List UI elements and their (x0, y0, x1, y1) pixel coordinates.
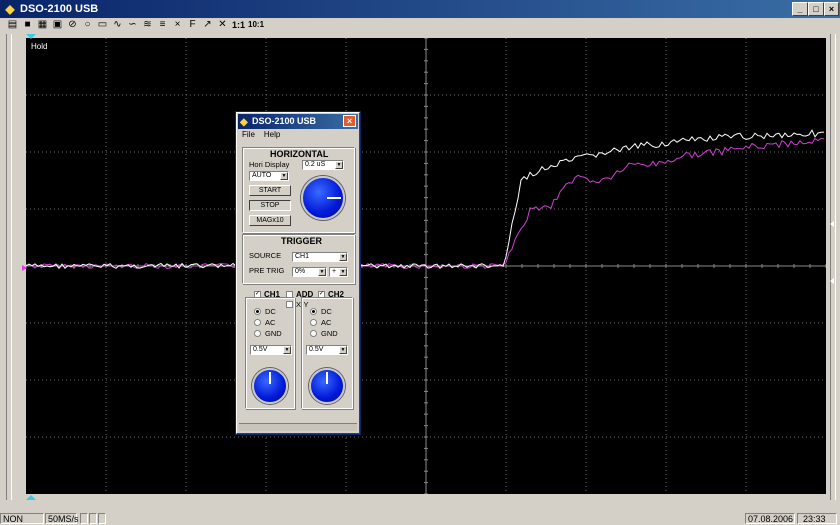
ch2-group: DC AC GND 0.5V ▼ (301, 297, 353, 409)
knob-pointer (269, 372, 271, 384)
ch1-ac-label: AC (265, 318, 276, 327)
ch2-volts-value: 0.5V (309, 346, 324, 353)
chevron-down-icon: ▼ (339, 253, 347, 261)
control-dialog: ◆ DSO-2100 USB × File Help HORIZONTAL Hor… (236, 112, 360, 434)
status-cell-blank-2 (89, 513, 97, 524)
stop-button[interactable]: STOP (249, 200, 291, 211)
pretrig-value: 0% (295, 268, 306, 275)
top-trigger-marker (26, 34, 36, 39)
timebase-value: 0.2 uS (305, 161, 326, 168)
chevron-down-icon: ▼ (335, 161, 343, 169)
ch2-volts-select[interactable]: 0.5V ▼ (306, 345, 348, 355)
right-marker-top (830, 221, 834, 227)
ch1-volts-value: 0.5V (253, 346, 268, 353)
slope-select[interactable]: + ▼ (329, 267, 348, 277)
slope-value: + (332, 268, 337, 275)
hori-display-label: Hori Display (249, 160, 290, 169)
chevron-down-icon: ▼ (283, 346, 291, 354)
dialog-status-strip (239, 423, 357, 431)
pretrig-select[interactable]: 0% ▼ (292, 267, 327, 277)
ch1-dc-label: DC (265, 307, 276, 316)
trigger-heading: TRIGGER (281, 236, 323, 246)
ch2-dc-label: DC (321, 307, 332, 316)
ch2-dc-radio[interactable] (310, 308, 317, 315)
source-value: CH1 (295, 253, 310, 260)
ch1-dc-radio[interactable] (254, 308, 261, 315)
start-button[interactable]: START (249, 185, 291, 196)
timebase-knob[interactable] (301, 176, 345, 220)
sample-rate: 50MS/s (45, 513, 79, 524)
chevron-down-icon: ▼ (339, 268, 347, 276)
mag-button[interactable]: MAGx10 (249, 215, 291, 226)
menu-help[interactable]: Help (264, 130, 280, 139)
horizontal-heading: HORIZONTAL (270, 149, 329, 159)
chevron-down-icon: ▼ (280, 172, 288, 180)
ch2-gnd-radio[interactable] (310, 330, 317, 337)
ch1-group: DC AC GND 0.5V ▼ (245, 297, 295, 409)
status-cell-blank-1 (80, 513, 88, 524)
status-time: 23:33 (797, 513, 837, 524)
trigger-status: NON TRIG (0, 513, 44, 525)
screen-markers (22, 34, 834, 500)
menu-file[interactable]: File (242, 130, 255, 139)
knob-pointer (326, 372, 328, 384)
source-label: SOURCE (249, 251, 282, 260)
chevron-down-icon: ▼ (339, 346, 347, 354)
ch1-gnd-radio[interactable] (254, 330, 261, 337)
bottom-trigger-marker (26, 495, 36, 500)
dialog-menu-bar: File Help (239, 130, 357, 142)
dialog-title: DSO-2100 USB (252, 116, 317, 126)
source-select[interactable]: CH1 ▼ (292, 252, 348, 262)
timebase-select[interactable]: 0.2 uS ▼ (302, 160, 344, 170)
chevron-down-icon: ▼ (318, 268, 326, 276)
ch1-volts-knob[interactable] (252, 368, 288, 404)
dialog-close-button[interactable]: × (343, 115, 356, 127)
dialog-title-bar[interactable]: ◆ DSO-2100 USB × (238, 114, 358, 129)
status-bar: NON TRIG 50MS/s 07.08.2006 23:33 (0, 512, 840, 525)
status-cell-blank-3 (98, 513, 106, 524)
knob-pointer (327, 197, 341, 199)
mode-select[interactable]: AUTO ▼ (249, 171, 289, 181)
ch1-volts-select[interactable]: 0.5V ▼ (250, 345, 292, 355)
ch2-level-marker (22, 265, 27, 271)
trigger-group: TRIGGER SOURCE CH1 ▼ PRE TRIG 0% ▼ + ▼ (242, 234, 355, 284)
ch2-volts-knob[interactable] (309, 368, 345, 404)
oscilloscope-app: ◆ DSO-2100 USB _ □ × ▤ ■ ▦ ▣ ⊘ ○ ▭ ∿ ∽ ≋… (0, 0, 840, 525)
pretrig-label: PRE TRIG (249, 266, 285, 275)
dialog-app-icon: ◆ (240, 117, 248, 128)
ch1-ac-radio[interactable] (254, 319, 261, 326)
horizontal-group: HORIZONTAL Hori Display 0.2 uS ▼ AUTO ▼ ST… (242, 147, 355, 233)
ch1-gnd-label: GND (265, 329, 282, 338)
ch2-ac-radio[interactable] (310, 319, 317, 326)
right-marker-bottom (830, 278, 834, 284)
ch2-gnd-label: GND (321, 329, 338, 338)
status-date: 07.08.2006 (745, 513, 795, 524)
ch2-ac-label: AC (321, 318, 332, 327)
mode-value: AUTO (252, 172, 272, 179)
